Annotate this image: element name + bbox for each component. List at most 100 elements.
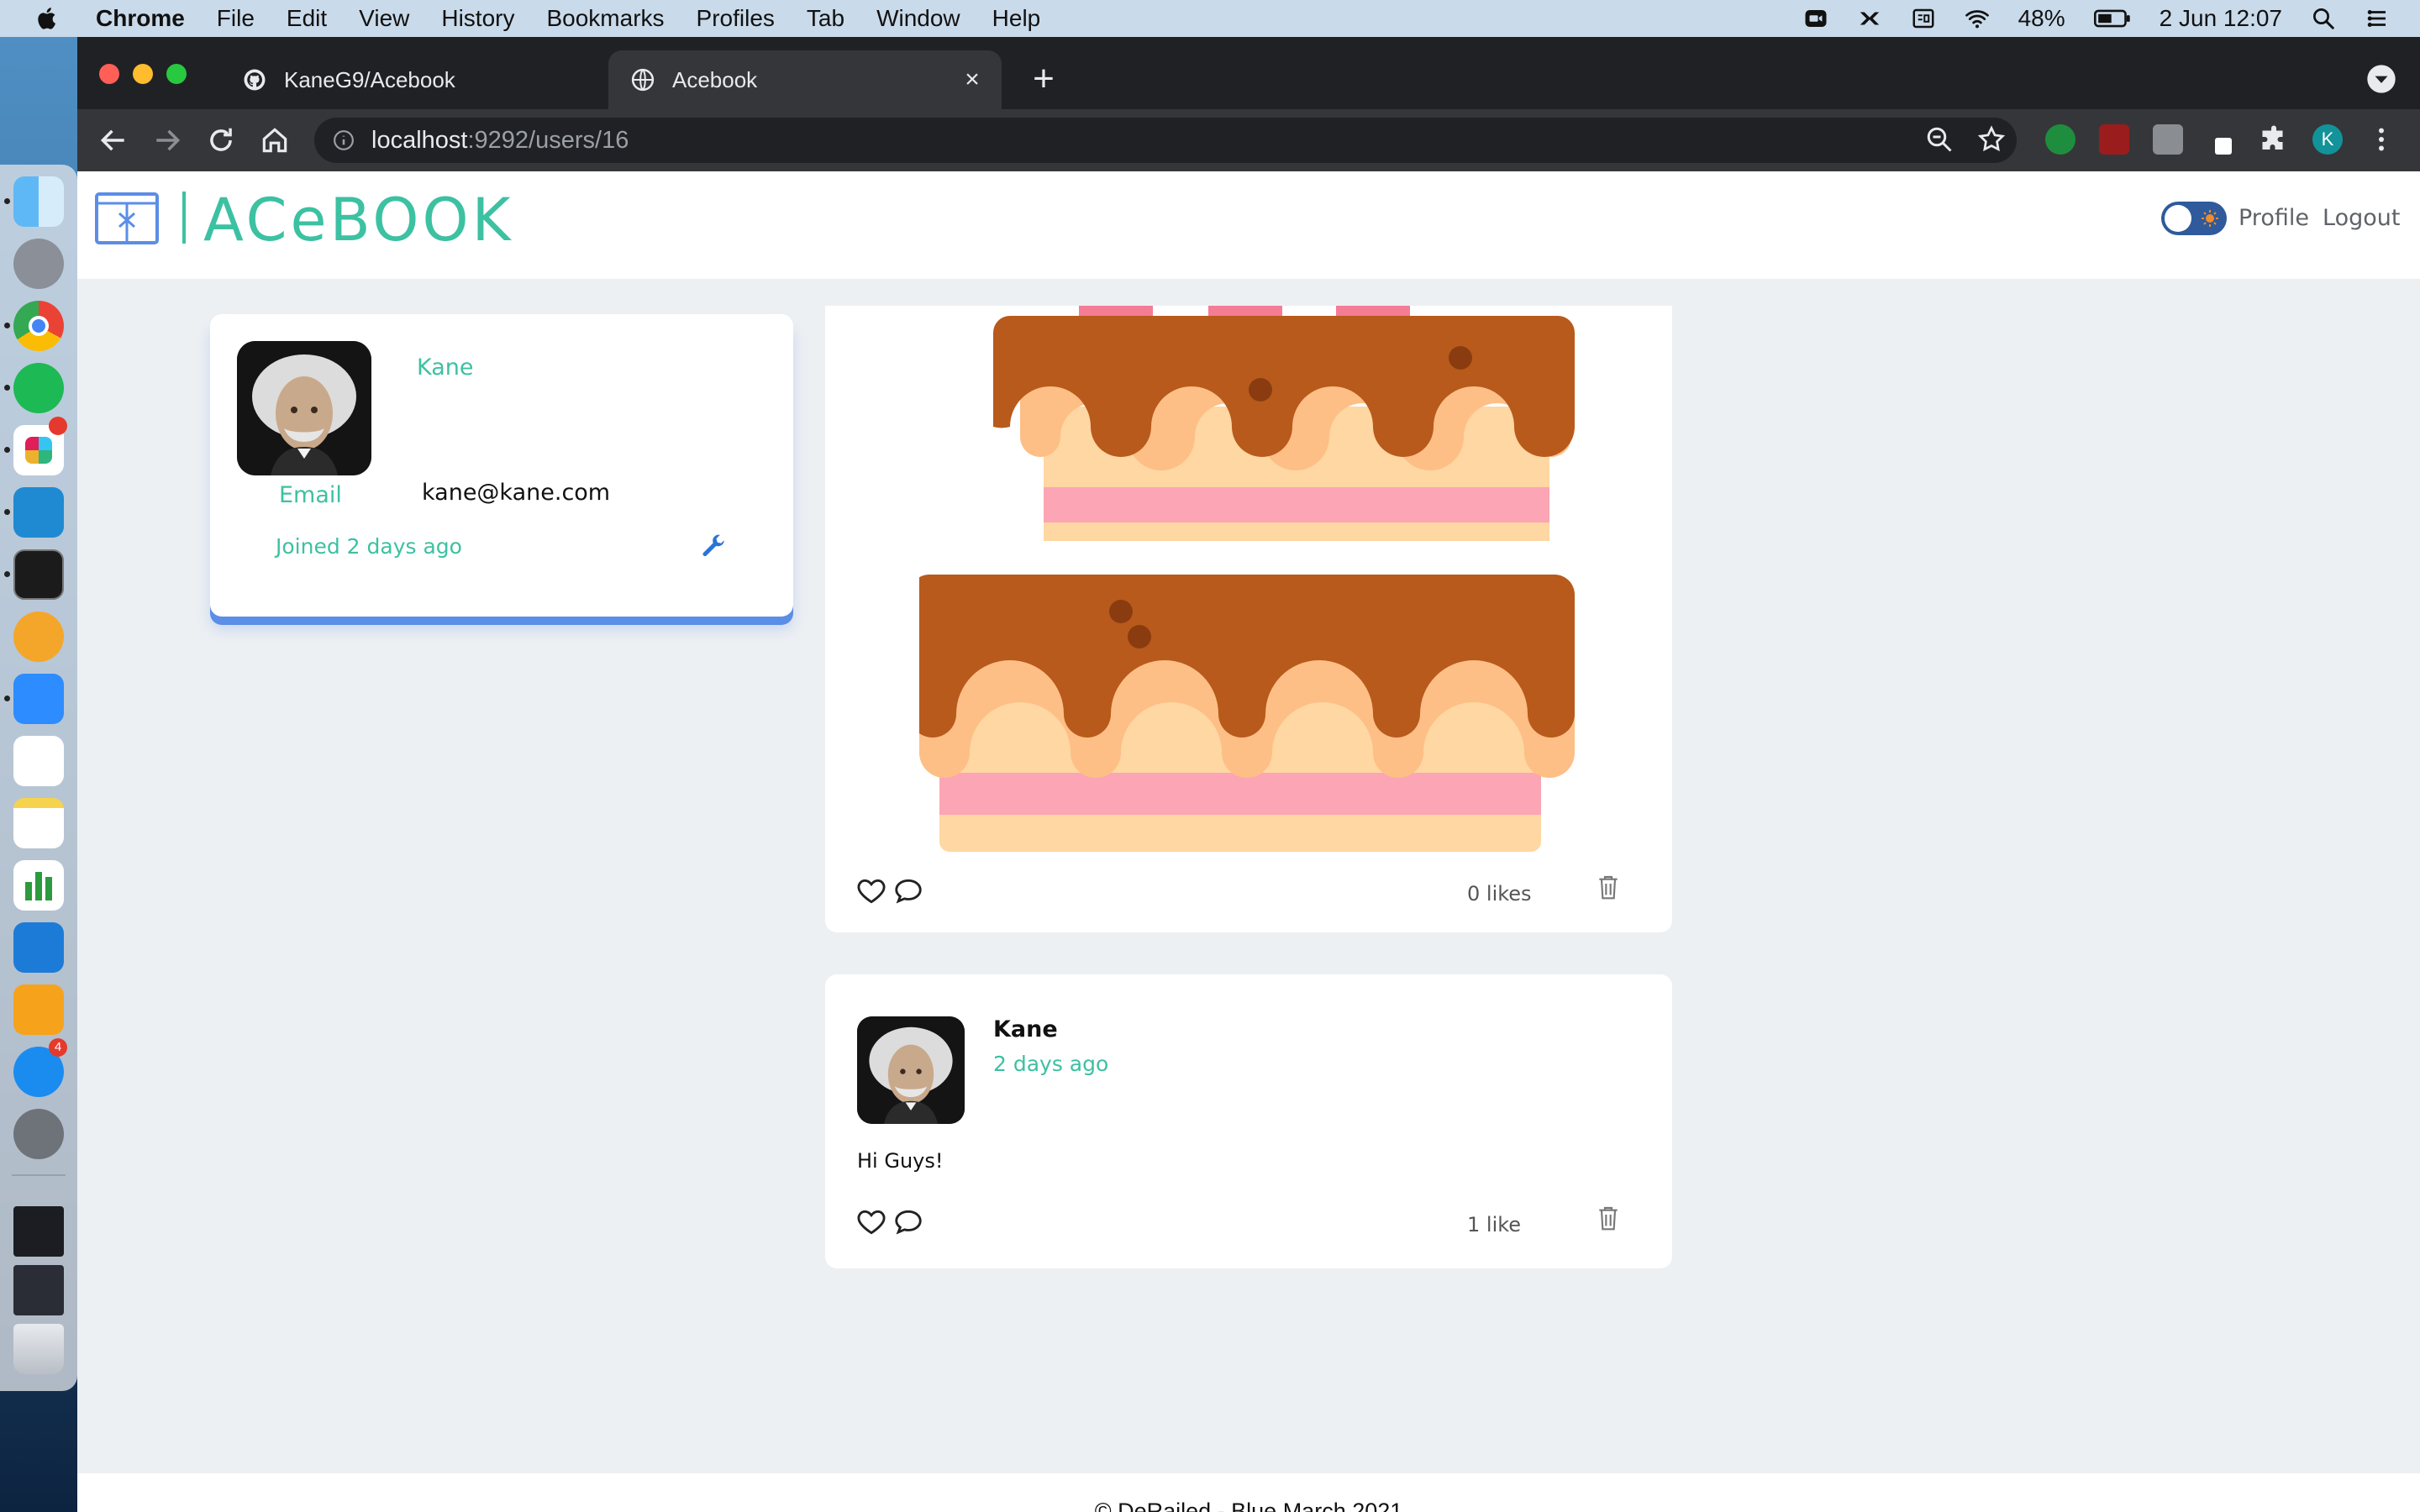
reload-icon[interactable] [205, 124, 237, 156]
minimize-window-button[interactable] [133, 64, 153, 84]
delete-post-icon[interactable] [1597, 1205, 1620, 1231]
post-card: 0 likes [825, 306, 1672, 932]
menu-tab[interactable]: Tab [807, 5, 844, 32]
notes-icon[interactable] [13, 798, 64, 848]
like-heart-icon[interactable] [855, 1206, 887, 1238]
puzzle-extensions-icon[interactable] [2259, 124, 2289, 155]
system-preferences-icon[interactable] [13, 1109, 64, 1159]
zoom-status-icon[interactable] [1803, 6, 1828, 31]
spotify-icon[interactable] [13, 363, 64, 413]
joined-text: Joined 2 days ago [276, 534, 462, 559]
page-viewport: ACeBOOK Profile Logout Kane Email kane@k… [77, 171, 2420, 1512]
einstein-portrait [237, 341, 371, 475]
menu-history[interactable]: History [441, 5, 514, 32]
menu-bookmarks[interactable]: Bookmarks [546, 5, 664, 32]
chrome-menu-icon[interactable] [2366, 124, 2396, 155]
pages-icon[interactable] [13, 984, 64, 1035]
dock-divider [12, 1174, 66, 1176]
profile-name: Kane [417, 354, 474, 381]
finder-icon[interactable] [13, 176, 64, 227]
browser-toolbar: localhost :9292/users/16 K [77, 109, 2420, 171]
address-bar[interactable]: localhost :9292/users/16 [314, 118, 2017, 163]
tab-strip: KaneG9/Acebook × Acebook × + [77, 37, 2420, 109]
globe-icon [631, 68, 655, 92]
input-source-icon[interactable] [1911, 6, 1936, 31]
ublock-extension-icon[interactable] [2099, 124, 2129, 155]
delete-post-icon[interactable] [1597, 874, 1620, 900]
new-tab-button[interactable]: + [1028, 60, 1059, 97]
forward-arrow-icon[interactable] [151, 124, 183, 156]
tableplus-icon[interactable] [13, 612, 64, 662]
logo-divider [182, 192, 186, 244]
launchpad-icon[interactable] [13, 239, 64, 289]
chrome-window-icon[interactable] [13, 1206, 64, 1257]
back-arrow-icon[interactable] [97, 124, 129, 156]
menu-edit[interactable]: Edit [287, 5, 327, 32]
menu-view[interactable]: View [359, 5, 409, 32]
post-author-name[interactable]: Kane [993, 1016, 1058, 1042]
pen-extension-icon[interactable] [2207, 124, 2237, 155]
wifi-icon[interactable] [1965, 6, 1990, 31]
keynote-icon[interactable] [13, 922, 64, 973]
footer: © DeRailed - Blue March 2021 [77, 1473, 2420, 1512]
menu-clock[interactable]: 2 Jun 12:07 [2160, 5, 2282, 32]
chrome-window: KaneG9/Acebook × Acebook × + localhost :… [77, 37, 2420, 1512]
comment-icon[interactable] [892, 1206, 924, 1238]
theme-toggle[interactable] [2161, 202, 2227, 235]
github-icon [244, 69, 266, 91]
vscode-window-icon[interactable] [13, 1265, 64, 1315]
wrench-icon[interactable] [699, 533, 728, 561]
battery-icon[interactable] [2093, 6, 2131, 31]
menu-bar: Chrome File Edit View History Bookmarks … [0, 0, 2420, 37]
sun-icon [2202, 210, 2218, 227]
profile-avatar[interactable]: K [2312, 124, 2343, 155]
comment-icon[interactable] [892, 875, 924, 907]
close-window-button[interactable] [99, 64, 119, 84]
zoom-out-icon[interactable] [1924, 124, 1954, 155]
menu-file[interactable]: File [217, 5, 255, 32]
bookmark-star-icon[interactable] [1976, 124, 2007, 155]
profile-avatar-image [237, 341, 371, 475]
site-info-icon[interactable] [333, 129, 355, 151]
post-author-avatar[interactable] [857, 1016, 965, 1124]
trash-icon[interactable] [13, 1324, 64, 1374]
slack-badge [49, 417, 67, 435]
navbar: ACeBOOK Profile Logout [77, 171, 2420, 279]
zoom-icon[interactable] [13, 674, 64, 724]
post-body: Hi Guys! [857, 1149, 944, 1173]
nav-logout-link[interactable]: Logout [2323, 205, 2400, 231]
menu-profiles[interactable]: Profiles [697, 5, 775, 32]
spotlight-search-icon[interactable] [2311, 6, 2336, 31]
bird-status-icon[interactable] [1857, 6, 1882, 31]
terminal-icon[interactable] [13, 549, 64, 600]
zoom-window-button[interactable] [166, 64, 187, 84]
adblock-extension-icon[interactable] [2045, 124, 2075, 155]
like-heart-icon[interactable] [855, 875, 887, 907]
tab-search-icon[interactable] [2365, 62, 2398, 96]
chrome-icon[interactable] [13, 301, 64, 351]
running-indicator [4, 447, 10, 453]
running-indicator [4, 323, 10, 328]
close-tab-icon[interactable]: × [961, 67, 983, 92]
acebook-logo-icon[interactable] [94, 192, 160, 245]
like-count: 1 like [1467, 1213, 1522, 1236]
running-indicator [4, 198, 10, 204]
control-center-icon[interactable] [2365, 6, 2390, 31]
menu-help[interactable]: Help [992, 5, 1041, 32]
battery-percent: 48% [2018, 5, 2065, 31]
menu-app-name[interactable]: Chrome [96, 5, 185, 32]
tab-acebook[interactable]: Acebook × [608, 50, 1002, 109]
running-indicator [4, 696, 10, 701]
post-card: Kane 2 days ago Hi Guys! 1 like [825, 974, 1672, 1268]
vscode-icon[interactable] [13, 487, 64, 538]
reminders-icon[interactable] [13, 736, 64, 786]
toggle-knob [2165, 205, 2191, 232]
extension-icon[interactable] [2153, 124, 2183, 155]
footer-text: © DeRailed - Blue March 2021 [1094, 1499, 1403, 1512]
menu-window[interactable]: Window [876, 5, 960, 32]
numbers-icon[interactable] [13, 860, 64, 911]
nav-profile-link[interactable]: Profile [2238, 205, 2309, 231]
home-icon[interactable] [259, 124, 291, 156]
apple-icon[interactable] [35, 6, 60, 31]
logo-text[interactable]: ACeBOOK [203, 186, 514, 254]
